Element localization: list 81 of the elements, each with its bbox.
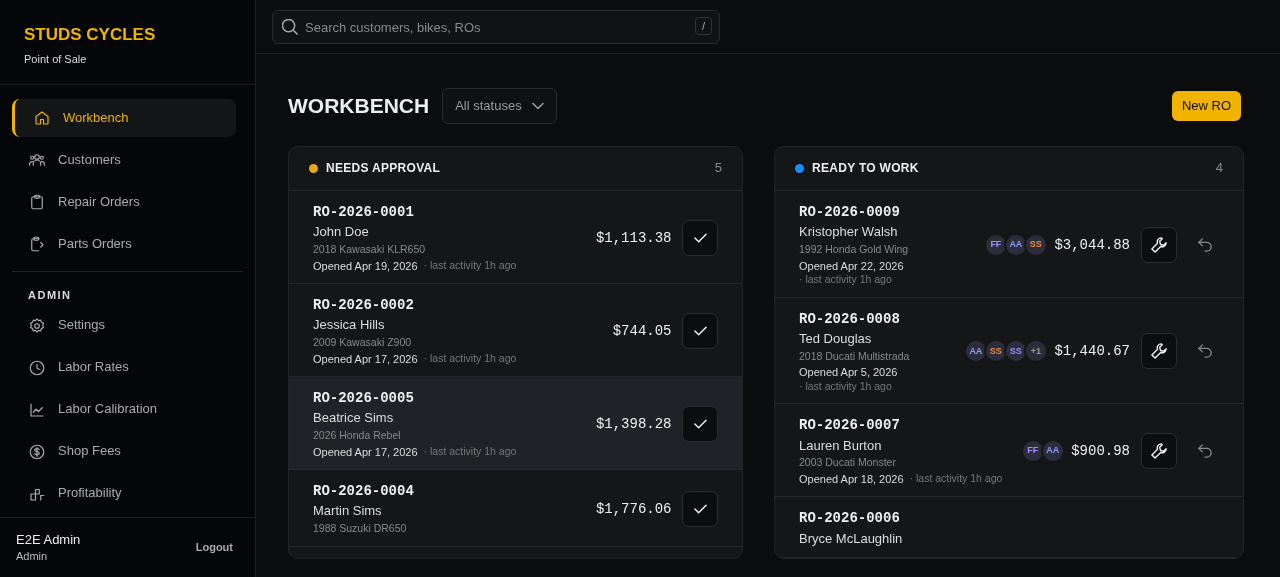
- avatar: SS: [1003, 339, 1028, 364]
- nav-item[interactable]: Customers: [12, 141, 236, 180]
- column-count: 4: [1215, 160, 1223, 177]
- nav-item[interactable]: Parts Orders: [12, 225, 236, 264]
- last-activity: · last activity 1h ago: [423, 351, 517, 366]
- opened-date: Opened Apr 5, 2026: [799, 365, 898, 380]
- repair-order-card[interactable]: RO-2026-0007 Lauren Burton 2003 Ducati Monster Opened Apr 18, 2026 · last activity 1h ago FF AA $900.98: [775, 404, 1243, 498]
- avatar: FF: [1020, 439, 1045, 464]
- last-activity: · last activity 1h ago: [799, 379, 892, 394]
- last-activity: · last activity 1h ago: [423, 258, 517, 273]
- column-title: NEEDS APPROVAL: [326, 160, 441, 177]
- nav-item[interactable]: Settings: [12, 306, 236, 345]
- repair-order-card[interactable]: RO-2026-0005 Beatrice Sims 2026 Honda Rebel Opened Apr 17, 2026 · last activity 1h ago $1,398.28: [289, 377, 742, 471]
- customer-name: Ted Douglas: [799, 330, 873, 348]
- bike-model: 2018 Kawasaki KLR650: [313, 243, 427, 257]
- status-filter[interactable]: All statuses: [442, 88, 557, 124]
- ro-number: RO-2026-0004: [313, 482, 414, 501]
- customer-name: Martin Sims: [313, 503, 383, 521]
- new-ro-button[interactable]: New RO: [1171, 91, 1241, 121]
- bike-model: 2009 Kawasaki Z900: [313, 336, 413, 350]
- avatar: SS: [1023, 232, 1048, 257]
- nav-item[interactable]: Shop Fees: [12, 432, 236, 471]
- order-total: $1,398.28: [595, 414, 672, 434]
- last-activity: · last activity 1h ago: [909, 472, 1003, 487]
- order-total: $900.98: [1071, 442, 1130, 461]
- logout-button[interactable]: Logout: [189, 539, 239, 556]
- repair-order-card[interactable]: RO-2026-0004 Martin Sims 1988 Suzuki DR650 $1,776.06: [289, 470, 742, 547]
- ro-number: RO-2026-0001: [313, 203, 415, 222]
- customer-name: Jessica Hills: [313, 317, 386, 335]
- repair-order-card[interactable]: RO-2026-0006 Bryce McLaughlin: [775, 497, 1243, 559]
- brand-subtitle: Point of Sale: [24, 52, 88, 67]
- opened-date: Opened Apr 19, 2026: [313, 258, 418, 273]
- customer-name: Bryce McLaughlin: [799, 530, 903, 548]
- ro-number: RO-2026-0006: [799, 509, 901, 528]
- opened-date: Opened Apr 17, 2026: [313, 351, 418, 367]
- brand-name: STUDS CYCLES: [24, 24, 157, 46]
- ro-number: RO-2026-0007: [799, 416, 901, 435]
- order-total: $1,776.06: [595, 499, 672, 518]
- column-count: 5: [714, 160, 722, 177]
- last-activity: · last activity 1h ago: [423, 444, 517, 459]
- section-heading: ADMIN: [12, 271, 243, 307]
- avatar: AA: [963, 339, 988, 364]
- avatar: FF: [983, 232, 1008, 257]
- repair-order-card[interactable]: RO-2026-0008 Ted Douglas 2018 Ducati Multistrada Opened Apr 5, 2026 · last activity 1h ago AA SS SS +1 $1,440.67: [775, 297, 1243, 405]
- nav-item[interactable]: Profitability: [12, 474, 236, 513]
- bike-model: 2026 Honda Rebel: [313, 429, 402, 443]
- nav-item[interactable]: Workbench: [12, 99, 236, 138]
- column-title: READY TO WORK: [812, 160, 919, 177]
- ro-number: RO-2026-0005: [313, 389, 415, 408]
- user-name: E2E Admin: [16, 531, 81, 549]
- last-activity: · last activity 1h ago: [799, 273, 892, 287]
- ro-number: RO-2026-0008: [799, 309, 901, 328]
- avatar: AA: [1040, 439, 1065, 464]
- nav-item[interactable]: Labor Rates: [12, 348, 236, 387]
- bike-model: 1992 Honda Gold Wing: [799, 243, 910, 257]
- ro-number: RO-2026-0009: [799, 203, 901, 222]
- customer-name: John Doe: [313, 224, 370, 242]
- order-total: $3,044.88: [1054, 235, 1130, 254]
- opened-date: Opened Apr 22, 2026: [799, 258, 904, 273]
- customer-name: Kristopher Walsh: [799, 224, 899, 242]
- customer-name: Lauren Burton: [799, 437, 883, 455]
- repair-order-card[interactable]: RO-2026-0001 John Doe 2018 Kawasaki KLR650 Opened Apr 19, 2026 · last activity 1h ago $1,113.38: [289, 191, 742, 284]
- ro-number: RO-2026-0002: [313, 296, 415, 315]
- order-total: $1,440.67: [1054, 342, 1130, 361]
- customer-name: Beatrice Sims: [313, 410, 395, 428]
- opened-date: Opened Apr 17, 2026: [313, 444, 418, 460]
- repair-order-card[interactable]: RO-2026-0009 Kristopher Walsh 1992 Honda Gold Wing Opened Apr 22, 2026 · last activity 1h ago FF AA SS $3,044.88: [775, 191, 1243, 298]
- bike-model: 2003 Ducati Monster: [799, 456, 897, 471]
- order-total: $1,113.38: [595, 228, 672, 248]
- shortcut-key: /: [694, 17, 712, 36]
- opened-date: Opened Apr 18, 2026: [799, 472, 904, 487]
- user-role: Admin: [16, 548, 49, 564]
- bike-model: 1988 Suzuki DR650: [313, 522, 408, 536]
- avatar: SS: [983, 339, 1008, 364]
- nav-item[interactable]: Repair Orders: [12, 183, 236, 222]
- page-title: WORKBENCH: [288, 93, 430, 120]
- avatar: +1: [1023, 339, 1048, 364]
- nav-item[interactable]: Labor Calibration: [12, 390, 236, 429]
- bike-model: 2018 Ducati Multistrada: [799, 349, 911, 364]
- avatar: AA: [1003, 232, 1028, 257]
- order-total: $744.05: [612, 321, 672, 341]
